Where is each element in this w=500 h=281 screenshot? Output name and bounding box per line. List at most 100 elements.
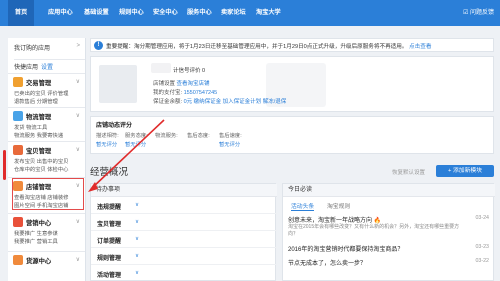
restore-default-link[interactable]: 恢复默认设置 <box>392 168 425 176</box>
news-date: 03-24 <box>475 215 489 221</box>
row-label: 规则管理 <box>97 256 122 262</box>
news-excerpt: 淘宝在2015年会有哪些改变？又有什么新的机会？另外，淘宝还有哪些重要方向？ <box>288 224 460 237</box>
line-label: 保证金余额: <box>153 99 183 105</box>
today-header: 今日必读 <box>283 184 495 197</box>
rating-cell: 暂无评分 <box>125 140 146 148</box>
group-links[interactable]: 物流服务 我要寄快递 <box>14 131 63 139</box>
news-title[interactable]: 节点无成本了，怎么卖一步？ <box>288 261 366 267</box>
chevron-down-icon[interactable]: ∨ <box>135 253 139 259</box>
chevron-down-icon[interactable]: ∨ <box>76 78 80 85</box>
tab-taobao-rules[interactable]: 淘宝规则 <box>327 201 350 210</box>
line-label: 我的支付宝: <box>153 90 183 96</box>
chevron-down-icon[interactable]: ∨ <box>76 256 80 263</box>
top-nav-bar: 首页 应用中心 基础设置 规则中心 安全中心 服务中心 卖家论坛 淘宝大学 ☑ … <box>0 0 500 26</box>
chevron-down-icon[interactable]: ∨ <box>135 202 139 208</box>
view-shop-link[interactable]: 查看淘宝店铺 <box>177 81 210 87</box>
row-label: 宝贝管理 <box>97 222 122 228</box>
group-links[interactable]: 退款售后 分期管理 <box>14 97 58 105</box>
todo-row[interactable]: 宝贝管理 ∨ <box>91 214 277 231</box>
shop-line: 保证金余额: 0元 缴纳保证金 加入保证金计划 解冻/退保 <box>153 97 286 105</box>
blurred-area <box>151 63 171 73</box>
row-label: 违规提醒 <box>97 205 122 211</box>
sidebar-group-logistics[interactable]: 物流管理 ∨ 发货 物流工具 物流服务 我要寄快递 <box>8 107 85 141</box>
info-icon: ! <box>94 41 103 50</box>
nav-taobao-university[interactable]: 淘宝大学 <box>256 0 281 26</box>
news-title[interactable]: 2016年的淘宝营销时代都要保持淘宝商品？ <box>288 247 403 253</box>
feedback-link[interactable]: ☑ 问题反馈 <box>463 0 494 26</box>
sidebar-quick-apps: 快捷应用 设置 <box>14 59 85 71</box>
shop-rating: 计信号评价 0 <box>173 68 206 74</box>
group-title: 货源中心 <box>26 258 52 265</box>
tab-activity-headlines[interactable]: 活动头条 <box>291 201 315 211</box>
sidebar-group-sourcing[interactable]: 货源中心 ∨ <box>8 251 85 281</box>
chevron-down-icon[interactable]: ∨ <box>76 146 80 153</box>
cell-label: 售后态度: <box>187 133 210 139</box>
quick-apps-settings-link[interactable]: 设置 <box>41 65 53 71</box>
nav-service-center[interactable]: 服务中心 <box>187 0 212 26</box>
sidebar-group-marketing[interactable]: 营销中心 ∨ 我要推广 生意参谋 我要推广 营销工具 <box>8 213 85 251</box>
nav-rules-center[interactable]: 规则中心 <box>119 0 144 26</box>
nav-app-center[interactable]: 应用中心 <box>48 0 73 26</box>
sourcing-icon <box>13 255 23 265</box>
notice-text: 重要提醒：淘分期管理应用，将于1月23日迁移至基础管理应用中，并于1月29日0点… <box>106 42 431 50</box>
news-date: 03-23 <box>475 244 489 250</box>
nav-seller-forum[interactable]: 卖家论坛 <box>221 0 246 26</box>
notice-link[interactable]: 点击查看 <box>409 44 431 50</box>
group-links[interactable]: 发布宝贝 出售中的宝贝 <box>14 157 68 165</box>
news-item[interactable]: 节点无成本了，怎么卖一步？ <box>288 258 366 267</box>
chevron-down-icon[interactable]: ∨ <box>76 218 80 225</box>
rating-cell: 售后速度: <box>219 131 242 139</box>
line-label: 店铺设置 <box>153 81 176 87</box>
shop-rating-panel: 店铺动态评分 描述相符: 暂无评分 服务态度: 暂无评分 物流服务: 售后态度:… <box>90 116 494 154</box>
sidebar-group-trade[interactable]: 交易管理 ∨ 已卖出的宝贝 评价管理 退款售后 分期管理 <box>8 73 85 107</box>
todo-row[interactable]: 规则管理 ∨ <box>91 248 277 265</box>
shop-line: 我的支付宝: 15507547245 <box>153 88 217 96</box>
cell-label: 售后速度: <box>219 133 242 139</box>
todo-row[interactable]: 违规提醒 ∨ <box>91 197 277 214</box>
group-links[interactable]: 仓库中的宝贝 体检中心 <box>14 165 68 173</box>
group-title: 营销中心 <box>26 220 52 227</box>
today-must-read-panel: 今日必读 活动头条 淘宝规则 创意未来，淘宝新一年战略方向 🔥 03-24 淘宝… <box>282 183 495 281</box>
chevron-down-icon[interactable]: ∨ <box>135 236 139 242</box>
cell-value: 暂无评分 <box>219 142 241 148</box>
quick-apps-label: 快捷应用 <box>14 65 39 71</box>
chevron-down-icon[interactable]: ∨ <box>76 112 80 119</box>
chevron-down-icon[interactable]: ∨ <box>135 270 139 276</box>
group-links[interactable]: 发货 物流工具 <box>14 123 47 131</box>
marketing-icon <box>13 217 23 227</box>
shop-avatar <box>99 65 137 103</box>
shop-line: 店铺设置 查看淘宝店铺 <box>153 79 210 87</box>
sidebar-group-products[interactable]: 宝贝管理 ∨ 发布宝贝 出售中的宝贝 仓库中的宝贝 体检中心 <box>8 141 85 177</box>
todo-row[interactable]: 订单提醒 ∨ <box>91 231 277 248</box>
products-icon <box>13 145 23 155</box>
nav-security-center[interactable]: 安全中心 <box>153 0 178 26</box>
group-links[interactable]: 我要推广 生意参谋 <box>14 229 58 237</box>
rating-cell: 描述相符: <box>96 131 119 139</box>
news-item[interactable]: 2016年的淘宝营销时代都要保持淘宝商品？ <box>288 244 403 253</box>
rating-panel-title: 店铺动态评分 <box>96 123 133 129</box>
shop-info-card: 计信号评价 0 店铺设置 查看淘宝店铺 我的支付宝: 15507547245 保… <box>90 56 494 112</box>
row-label: 活动管理 <box>97 273 122 279</box>
cell-label: 物流服务: <box>155 133 178 139</box>
rating-cell: 物流服务: <box>155 131 178 139</box>
news-item[interactable]: 创意未来，淘宝新一年战略方向 🔥 <box>288 215 381 224</box>
nav-basic-settings[interactable]: 基础设置 <box>84 0 109 26</box>
highlight-box <box>12 178 84 210</box>
rating-cell: 暂无评分 <box>96 140 117 148</box>
nav-home[interactable]: 首页 <box>8 0 34 26</box>
cell-label: 服务态度: <box>125 133 148 139</box>
alipay-account: 15507547245 <box>183 90 218 96</box>
chevron-down-icon[interactable]: ∨ <box>135 219 139 225</box>
deposit-links[interactable]: 0元 缴纳保证金 加入保证金计划 解冻/退保 <box>184 99 287 105</box>
notice-bar: ! 重要提醒：淘分期管理应用，将于1月23日迁移至基础管理应用中，并于1月29日… <box>90 38 494 52</box>
logistics-icon <box>13 111 23 121</box>
group-title: 交易管理 <box>26 80 52 87</box>
todo-row[interactable]: 活动管理 ∨ <box>91 265 277 281</box>
todo-panel: 待办事项 违规提醒 ∨ 宝贝管理 ∨ 订单提醒 ∨ 规则管理 ∨ 活动管理 ∨ <box>90 183 277 281</box>
overview-title: 经营概况 <box>90 167 129 178</box>
group-links[interactable]: 已卖出的宝贝 评价管理 <box>14 89 68 97</box>
sidebar-my-apps[interactable]: 我订购的应用 <box>14 43 85 52</box>
group-title: 宝贝管理 <box>26 148 52 155</box>
add-module-button[interactable]: + 添加新模块 <box>436 165 494 177</box>
group-links[interactable]: 我要推广 营销工具 <box>14 237 58 245</box>
